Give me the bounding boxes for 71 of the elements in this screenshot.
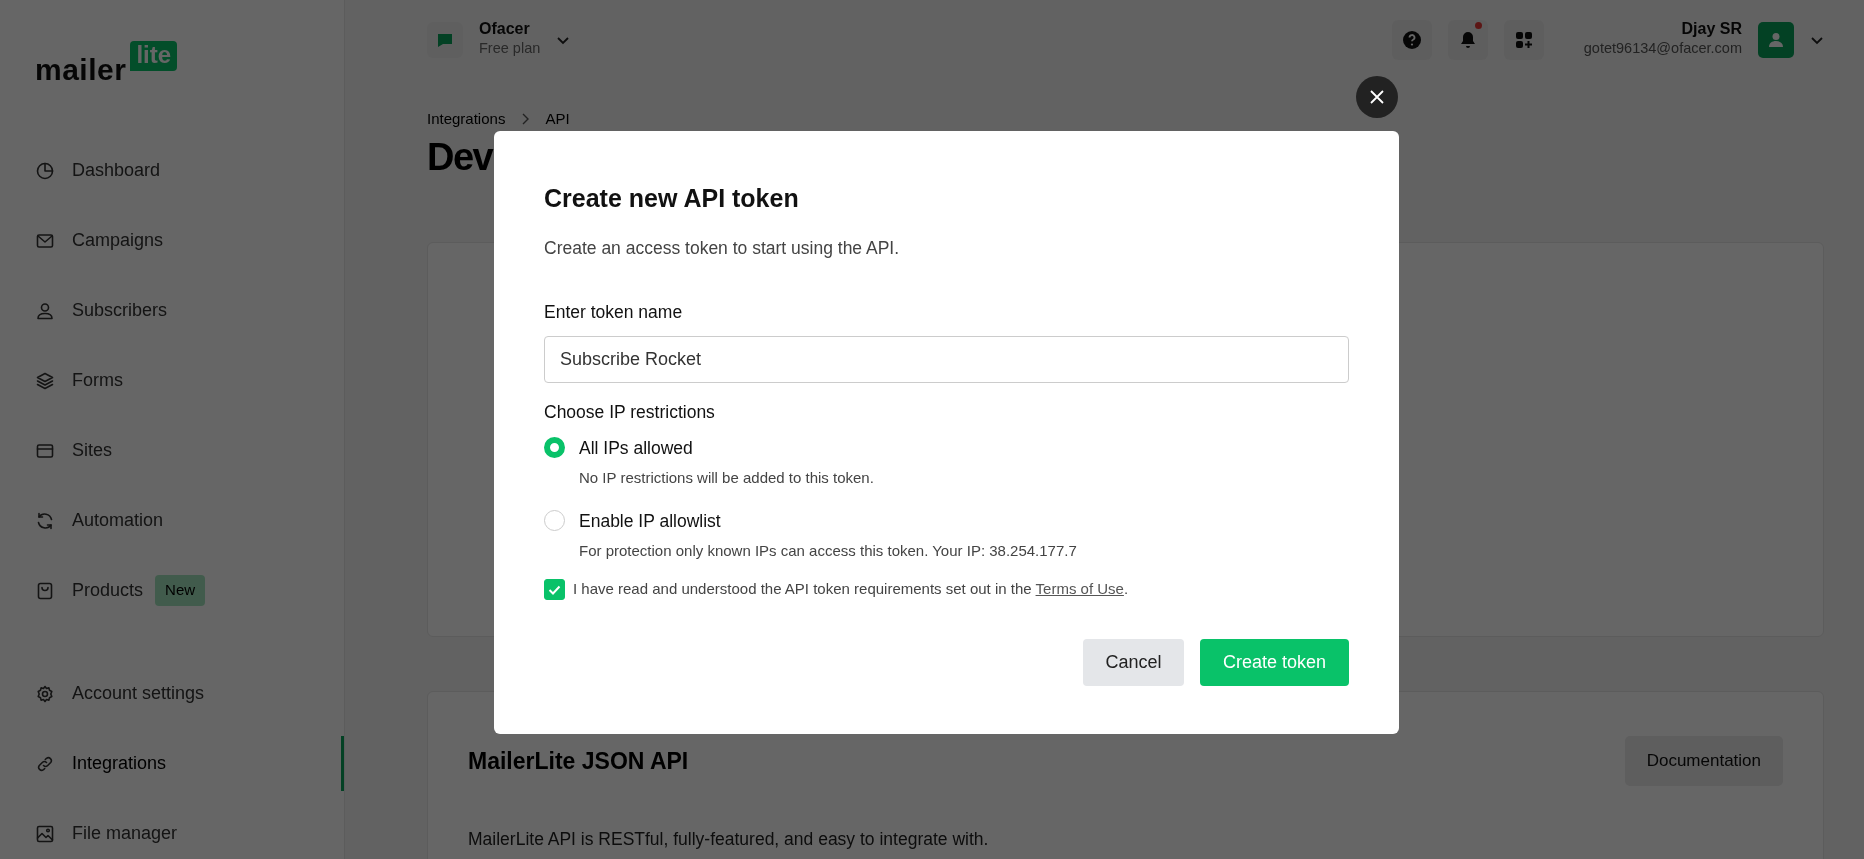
breadcrumb-link[interactable]: Integrations: [427, 108, 506, 131]
breadcrumb-link[interactable]: API: [545, 108, 570, 131]
help-icon: [1401, 30, 1422, 50]
notifications-button[interactable]: [1447, 20, 1488, 60]
envelope-icon: [36, 231, 54, 250]
chevron-down-icon[interactable]: [1810, 35, 1824, 45]
chevron-down-icon[interactable]: [556, 35, 571, 45]
modal-title: Create new API token: [544, 183, 800, 213]
avatar[interactable]: [1758, 22, 1794, 58]
person-icon: [36, 301, 54, 320]
new-badge: New: [155, 575, 206, 606]
workspace-name[interactable]: Ofacer: [479, 20, 541, 38]
sidebar-item-label: Account settings: [72, 682, 205, 705]
radio-label[interactable]: All IPs allowed: [579, 434, 693, 461]
terms-link[interactable]: Terms of Use: [1035, 580, 1124, 598]
sidebar-item[interactable]: Forms: [0, 353, 344, 408]
sidebar-item[interactable]: Sites: [0, 423, 344, 478]
checkbox[interactable]: [544, 579, 565, 600]
sidebar-item-label: Dashboard: [72, 159, 161, 182]
gear-icon: [36, 684, 54, 703]
image-icon: [36, 824, 54, 843]
field-label: Enter token name: [544, 301, 684, 325]
page-title: Dev: [427, 136, 493, 179]
radio-label[interactable]: Enable IP allowlist: [579, 507, 721, 534]
close-icon: [1370, 90, 1384, 104]
option-hint: For protection only known IPs can access this token. Your IP: 38.254.177.7: [579, 540, 1078, 561]
sidebar-item[interactable]: Subscribers: [0, 283, 344, 338]
close-button[interactable]: [1356, 76, 1398, 118]
sidebar-item[interactable]: Automation: [0, 493, 344, 548]
sidebar-item-label: Subscribers: [72, 299, 168, 322]
documentation-button[interactable]: Documentation: [1624, 736, 1783, 786]
option-hint: No IP restrictions will be added to this token.: [579, 468, 875, 488]
grid-plus-icon: [1513, 30, 1534, 50]
modal-subtitle: Create an access token to start using the API.: [544, 237, 901, 260]
sidebar-item-label: Sites: [72, 439, 113, 462]
sidebar-item-label: Products: [72, 579, 144, 602]
shopping-bag-icon: [36, 581, 54, 600]
sidebar-item[interactable]: Campaigns: [0, 213, 344, 268]
radio-button[interactable]: [544, 437, 565, 459]
sidebar-item[interactable]: Products New: [0, 563, 344, 618]
section-label: Choose IP restrictions: [544, 400, 716, 424]
user-name: Djay SR: [1680, 20, 1742, 38]
browser-icon: [36, 441, 54, 460]
sidebar-item[interactable]: Account settings: [0, 666, 344, 721]
logo-badge: lite: [130, 41, 178, 71]
agreement-text: I have read and understood the API token requirements set out in the Terms of Use.: [573, 579, 1129, 600]
sidebar-item-label: Integrations: [72, 752, 167, 775]
apps-button[interactable]: [1503, 20, 1544, 60]
refresh-icon: [36, 511, 54, 530]
sidebar-item-label: Automation: [72, 509, 164, 532]
token-name-field[interactable]: Subscribe Rocket: [544, 335, 1349, 383]
chevron-right-icon: [521, 113, 530, 126]
radio-button[interactable]: [544, 510, 565, 532]
sidebar-item-label: File manager: [72, 822, 178, 845]
card-description: MailerLite API is RESTful, fully-featured, and easy to integrate with.: [468, 827, 990, 851]
layers-icon: [36, 371, 54, 390]
cancel-button[interactable]: Cancel: [1083, 638, 1184, 686]
create-token-button[interactable]: Create token: [1200, 638, 1349, 686]
user-email: gotet96134@ofacer.com: [1583, 38, 1742, 58]
sidebar-item[interactable]: Integrations: [0, 736, 344, 791]
sidebar-item-label: Forms: [72, 369, 123, 392]
logo-wordmark: mailer: [35, 55, 127, 85]
sidebar-item[interactable]: Dashboard: [0, 143, 344, 198]
help-button[interactable]: [1391, 20, 1432, 60]
pie-chart-icon: [36, 161, 54, 180]
link-icon: [36, 754, 54, 773]
checkmark-icon: [548, 584, 561, 595]
workspace-plan: Free plan: [479, 38, 541, 58]
sidebar-item[interactable]: File manager: [0, 806, 344, 859]
card-title: MailerLite JSON API: [468, 746, 689, 776]
sidebar-item-label: Campaigns: [72, 229, 164, 252]
